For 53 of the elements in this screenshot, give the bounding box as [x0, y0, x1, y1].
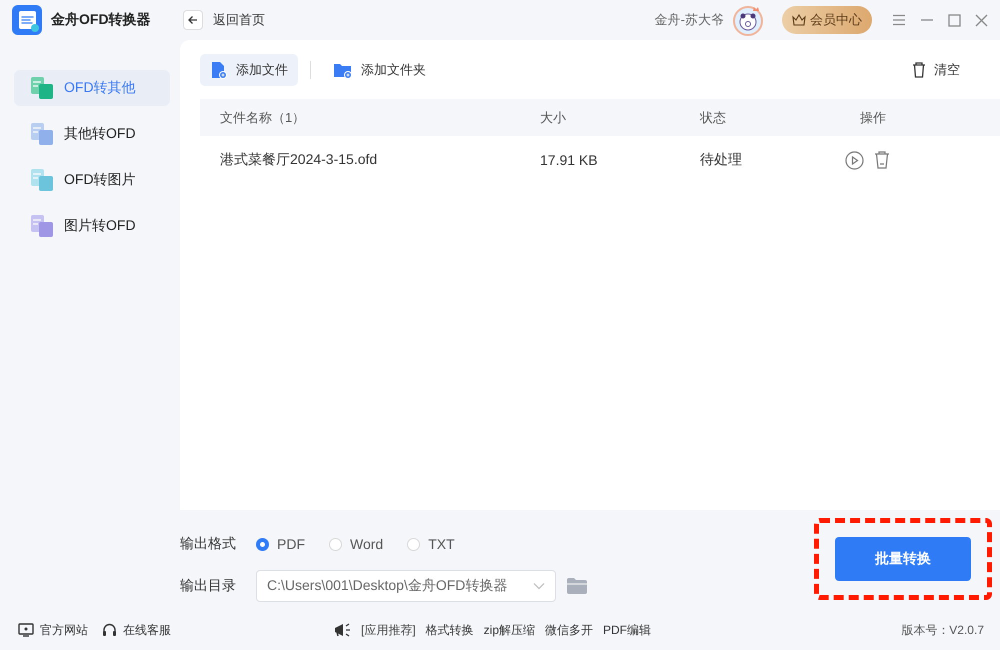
back-button[interactable]: 返回首页: [183, 10, 265, 30]
sidebar-item[interactable]: OFD转图片: [14, 162, 170, 198]
headset-icon: [102, 622, 117, 638]
close-icon[interactable]: [975, 14, 988, 26]
megaphone-icon: [333, 622, 351, 638]
file-size-cell-text: 17.91 KB: [539, 152, 599, 168]
delete-icon[interactable]: [874, 151, 890, 169]
document-convert-icon: [30, 214, 54, 238]
monitor-icon: [18, 623, 34, 637]
crown-icon: [792, 14, 806, 26]
output-dir-dropdown[interactable]: C:\Users\001\Desktop\金舟OFD转换器: [256, 570, 556, 602]
recommended-app-link[interactable]: zip解压缩: [484, 622, 536, 638]
play-icon[interactable]: [845, 150, 864, 170]
app-recommend-label: [应用推荐]: [361, 622, 416, 638]
recommended-app-link[interactable]: 微信多开: [545, 622, 594, 638]
output-format-label: 输出格式: [180, 535, 236, 553]
column-header: 操作: [859, 108, 887, 126]
avatar-icon[interactable]: [732, 4, 764, 36]
output-dir-label: 输出目录: [180, 577, 236, 595]
add-file-button[interactable]: 添加文件: [200, 54, 298, 86]
file-add-icon: [210, 61, 228, 79]
column-header: 状态: [698, 108, 727, 126]
format-radio[interactable]: PDF: [256, 536, 305, 552]
footer-link[interactable]: 在线客服: [102, 622, 171, 638]
sidebar-item[interactable]: 其他转OFD: [14, 116, 170, 152]
chevron-icon: [533, 582, 545, 590]
document-convert-icon: [30, 122, 54, 146]
folder-icon[interactable]: [566, 577, 588, 595]
recommended-app-link[interactable]: PDF编辑: [603, 622, 652, 638]
clear-button[interactable]: 清空: [902, 54, 970, 86]
app-logo-icon: [12, 5, 42, 35]
file-name-cell-text: 港式菜餐厅2024-3-15.ofd: [219, 151, 378, 169]
maximize-icon[interactable]: [948, 14, 961, 26]
user-name: 金舟-苏大爷: [654, 11, 724, 29]
column-header: 大小: [539, 108, 567, 126]
format-radio[interactable]: Word: [329, 536, 384, 552]
footer-link[interactable]: 官方网站: [18, 622, 88, 638]
batch-convert-button[interactable]: 批量转换: [835, 537, 971, 581]
format-radio[interactable]: TXT: [407, 536, 455, 552]
back-arrow-icon: [188, 15, 198, 25]
column-header: 文件名称（1）: [219, 108, 306, 126]
recommended-app-link[interactable]: 格式转换: [426, 622, 474, 638]
trash-icon: [912, 62, 926, 78]
document-convert-icon: [30, 168, 54, 192]
document-convert-icon: [30, 76, 54, 100]
file-status-cell-text: 待处理: [699, 151, 743, 169]
folder-add-icon: [333, 61, 353, 79]
vip-center-button[interactable]: 会员中心: [782, 6, 872, 34]
app-title: 金舟OFD转换器: [51, 11, 152, 29]
version-text: 版本号：V2.0.7: [901, 622, 984, 638]
menu-icon[interactable]: [892, 14, 906, 26]
sidebar-item[interactable]: 图片转OFD: [14, 208, 170, 244]
add-folder-button[interactable]: 添加文件夹: [323, 54, 436, 86]
